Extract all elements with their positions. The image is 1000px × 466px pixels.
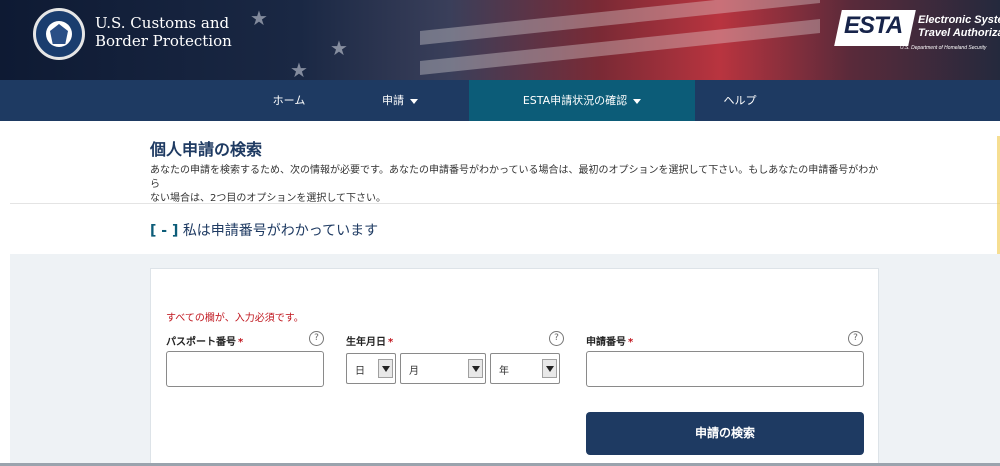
- required-marker: *: [388, 337, 394, 348]
- flag-star-icon: ★: [250, 6, 268, 30]
- app-number-label: 申請番号 *: [586, 333, 633, 348]
- nav-apply[interactable]: 申請: [360, 80, 440, 121]
- dob-day-value: 日: [355, 366, 365, 377]
- required-marker: *: [238, 337, 244, 348]
- esta-logo-text: ESTA: [844, 12, 903, 39]
- passport-label: パスポート番号 *: [166, 333, 243, 348]
- dob-day-select[interactable]: 日: [346, 353, 396, 384]
- dob-month-value: 月: [409, 366, 419, 377]
- flag-star-icon: ★: [330, 36, 348, 60]
- dob-label: 生年月日 *: [346, 333, 393, 348]
- nav-home[interactable]: ホーム: [250, 80, 328, 121]
- esta-tagline: Electronic System f Travel Authorization: [918, 14, 1000, 40]
- page-title: 個人申請の検索: [150, 140, 263, 159]
- nav-check-status-label: ESTA申請状況の確認: [522, 94, 628, 107]
- main-nav: ホーム 申請 ESTA申請状況の確認 ヘルプ: [0, 80, 1000, 121]
- section-divider: [10, 203, 1000, 204]
- intro-line: あなたの申請を検索するため、次の情報が必要です。あなたの申請番号がわかっている場…: [150, 165, 879, 190]
- agency-name-line2: Border Protection: [95, 32, 232, 50]
- esta-logo[interactable]: ESTA Electronic System f Travel Authoriz…: [834, 6, 1000, 54]
- required-marker: *: [628, 337, 634, 348]
- dropdown-arrow-icon: [542, 359, 557, 378]
- agency-name-line1: U.S. Customs and: [95, 14, 230, 32]
- passport-number-input[interactable]: [166, 351, 324, 387]
- esta-dhs-text: U.S. Department of Homeland Security: [900, 45, 987, 51]
- dropdown-arrow-icon: [468, 359, 483, 378]
- nav-help-label: ヘルプ: [723, 94, 757, 107]
- nav-apply-label: 申請: [382, 94, 404, 107]
- dob-month-select[interactable]: 月: [400, 353, 486, 384]
- know-app-number-toggle[interactable]: [ - ] 私は申請番号がわかっています: [150, 220, 378, 240]
- nav-check-status[interactable]: ESTA申請状況の確認: [469, 80, 695, 121]
- intro-text: あなたの申請を検索するため、次の情報が必要です。あなたの申請番号がわかっている場…: [150, 164, 880, 206]
- header-banner: ★ ★ ★ U.S. Customs and Border Protection…: [0, 0, 1000, 80]
- dob-year-value: 年: [499, 366, 509, 377]
- passport-label-text: パスポート番号: [166, 337, 236, 348]
- required-note: すべての欄が、入力必須です。: [166, 313, 304, 324]
- dhs-seal-logo[interactable]: [33, 8, 85, 60]
- nav-help[interactable]: ヘルプ: [705, 80, 775, 121]
- app-number-input[interactable]: [586, 351, 864, 387]
- passport-help-icon[interactable]: ?: [309, 331, 324, 346]
- dob-label-text: 生年月日: [346, 337, 386, 348]
- toggle-label: 私は申請番号がわかっています: [182, 223, 379, 239]
- agency-name[interactable]: U.S. Customs and Border Protection: [95, 14, 232, 50]
- dob-help-icon[interactable]: ?: [549, 331, 564, 346]
- app-number-help-icon[interactable]: ?: [848, 331, 863, 346]
- search-application-button[interactable]: 申請の検索: [586, 412, 864, 455]
- chevron-down-icon: [633, 98, 642, 104]
- chevron-down-icon: [410, 98, 418, 104]
- flag-star-icon: ★: [290, 58, 308, 80]
- esta-tagline-line2: Travel Authorization: [918, 27, 1000, 39]
- dob-year-select[interactable]: 年: [490, 353, 560, 384]
- collapse-toggle-icon: [ - ]: [150, 223, 179, 239]
- dropdown-arrow-icon: [378, 359, 393, 378]
- esta-tagline-line1: Electronic System f: [918, 14, 1000, 26]
- app-number-label-text: 申請番号: [586, 337, 626, 348]
- nav-home-label: ホーム: [272, 94, 306, 107]
